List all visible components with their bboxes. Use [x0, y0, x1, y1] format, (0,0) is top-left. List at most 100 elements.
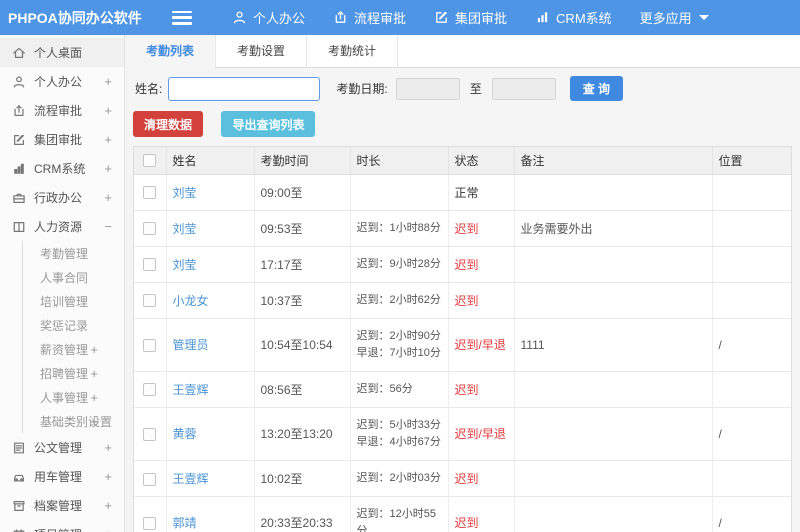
attendance-time-cell: 10:54至10:54: [254, 318, 351, 372]
row-checkbox[interactable]: [143, 294, 157, 308]
employee-name-link[interactable]: 王壹辉: [173, 383, 209, 397]
employee-name-link[interactable]: 刘莹: [173, 258, 197, 272]
sidebar-subitem-salary-management[interactable]: 薪资管理 +: [23, 337, 124, 361]
sidebar-subitem-recruitment-management[interactable]: 招聘管理 +: [23, 361, 124, 385]
calendar-icon: [13, 528, 25, 532]
remark-cell: [514, 407, 713, 461]
tab-attendance-settings[interactable]: 考勤设置: [216, 35, 308, 67]
location-cell: [712, 246, 791, 283]
expand-toggle-icon[interactable]: +: [104, 469, 112, 484]
navbar-item-crm-system[interactable]: CRM系统: [521, 0, 626, 35]
row-checkbox[interactable]: [143, 338, 157, 352]
table-row: 王壹辉 10:02至 迟到：2小时03分 迟到: [134, 460, 791, 497]
duration-line: 迟到：2小时03分: [356, 471, 441, 484]
column-header-4: 备注: [514, 147, 713, 175]
expand-toggle-icon[interactable]: +: [104, 527, 112, 532]
sidebar-item-archive-management[interactable]: 档案管理 +: [0, 491, 124, 520]
sidebar-submenu-human-resources: 考勤管理 人事合同 培训管理 奖惩记录 薪资管理 + 招聘管理 + 人事管理 + 基础类别设置 +: [22, 241, 124, 433]
expand-toggle-icon[interactable]: +: [104, 498, 112, 513]
select-all-checkbox[interactable]: [143, 154, 157, 168]
row-checkbox[interactable]: [143, 186, 157, 200]
sidebar-subitem-reward-punishment-records[interactable]: 奖惩记录: [23, 313, 124, 337]
expand-toggle-icon[interactable]: +: [90, 414, 98, 429]
date-to-input[interactable]: [491, 77, 556, 100]
attendance-time-cell: 10:37至: [254, 282, 351, 319]
sidebar-subitem-attendance-management[interactable]: 考勤管理: [23, 241, 124, 265]
location-cell: /: [712, 318, 791, 372]
date-from-input[interactable]: [395, 77, 460, 100]
duration-cell: 迟到：56分: [350, 371, 449, 408]
expand-toggle-icon[interactable]: +: [104, 440, 112, 455]
sidebar-item-crm-system[interactable]: CRM系统 +: [0, 154, 124, 183]
table-header-row: 姓名 考勤时间 时长 状态 备注 位置: [134, 147, 791, 175]
row-checkbox[interactable]: [143, 222, 157, 236]
duration-cell: [350, 174, 449, 211]
expand-toggle-icon[interactable]: +: [90, 342, 98, 357]
export-list-button[interactable]: 导出查询列表: [221, 111, 316, 137]
duration-line: 迟到：9小时28分: [356, 257, 441, 270]
share-icon: [14, 104, 24, 116]
navbar-item-group-approval[interactable]: 集团审批: [420, 0, 521, 35]
search-button[interactable]: 查 询: [569, 76, 624, 101]
tab-attendance-list[interactable]: 考勤列表: [125, 35, 217, 69]
sidebar-subitem-basic-category-settings[interactable]: 基础类别设置 +: [23, 409, 124, 433]
sidebar-subitem-label: 考勤管理: [40, 246, 89, 261]
table-row: 刘莹 09:53至 迟到：1小时88分 迟到 业务需要外出: [134, 210, 791, 247]
sidebar-item-project-management[interactable]: 项目管理 +: [0, 520, 124, 532]
navbar-item-personal-office[interactable]: 个人办公: [218, 0, 319, 35]
sidebar-item-admin-office[interactable]: 行政办公 +: [0, 183, 124, 212]
sidebar-subitem-training-management[interactable]: 培训管理: [23, 289, 124, 313]
tab-bar: 考勤列表 考勤设置 考勤统计: [125, 35, 800, 69]
sidebar-item-personal-office[interactable]: 个人办公 +: [0, 67, 124, 96]
remark-cell: [514, 496, 713, 532]
employee-name-link[interactable]: 管理员: [173, 338, 209, 352]
sidebar-subitem-personnel-contract[interactable]: 人事合同: [23, 265, 124, 289]
expand-toggle-icon[interactable]: +: [104, 132, 112, 147]
top-navbar: PHPOA协同办公软件 个人办公 流程审批 集团审批 CRM系统 更多应用: [0, 0, 800, 35]
sidebar-item-group-approval[interactable]: 集团审批 +: [0, 125, 124, 154]
sidebar-item-document-management[interactable]: 公文管理 +: [0, 433, 124, 462]
sidebar-item-personal-desktop[interactable]: 个人桌面: [0, 38, 124, 67]
employee-name-link[interactable]: 刘莹: [173, 186, 197, 200]
sidebar-item-vehicle-management[interactable]: 用车管理 +: [0, 462, 124, 491]
table-row: 黄蓉 13:20至13:20 迟到：5小时33分 早退：4小时67分 迟到/早退 /: [134, 407, 791, 461]
expand-toggle-icon[interactable]: −: [104, 219, 112, 234]
sidebar-item-human-resources[interactable]: 人力资源 −: [0, 212, 124, 241]
column-header-1: 考勤时间: [254, 147, 351, 175]
row-checkbox[interactable]: [143, 427, 157, 441]
duration-cell: 迟到：2小时03分: [350, 460, 449, 497]
duration-line: 迟到：2小时62分: [356, 293, 441, 306]
name-input[interactable]: [168, 76, 321, 101]
duration-cell: 迟到：12小时55分: [350, 496, 449, 532]
employee-name-link[interactable]: 郭靖: [173, 516, 197, 530]
sidebar-subitem-label: 薪资管理: [40, 342, 89, 357]
location-cell: [712, 210, 791, 247]
expand-toggle-icon[interactable]: +: [104, 74, 112, 89]
home-icon: [13, 47, 25, 58]
clean-data-button[interactable]: 清理数据: [133, 111, 204, 137]
row-checkbox[interactable]: [143, 517, 157, 531]
navbar-item-workflow-approval[interactable]: 流程审批: [319, 0, 420, 35]
expand-toggle-icon[interactable]: +: [90, 390, 98, 405]
hamburger-menu-icon[interactable]: [172, 10, 192, 25]
duration-cell: 迟到：9小时28分: [350, 246, 449, 283]
sidebar-item-workflow-approval[interactable]: 流程审批 +: [0, 96, 124, 125]
expand-toggle-icon[interactable]: +: [104, 103, 112, 118]
navbar-item-label: CRM系统: [556, 11, 612, 26]
sidebar-subitem-personnel-management[interactable]: 人事管理 +: [23, 385, 124, 409]
status-cell: 迟到: [448, 496, 515, 532]
employee-name-link[interactable]: 王壹辉: [173, 472, 209, 486]
row-checkbox[interactable]: [143, 472, 157, 486]
row-checkbox[interactable]: [143, 383, 157, 397]
status-cell: 迟到/早退: [448, 407, 515, 461]
expand-toggle-icon[interactable]: +: [90, 366, 98, 381]
employee-name-link[interactable]: 小龙女: [173, 294, 209, 308]
tab-attendance-statistics[interactable]: 考勤统计: [307, 35, 399, 67]
expand-toggle-icon[interactable]: +: [104, 161, 112, 176]
app-logo: PHPOA协同办公软件: [8, 9, 142, 26]
navbar-item-more-apps[interactable]: 更多应用: [626, 0, 723, 35]
expand-toggle-icon[interactable]: +: [104, 190, 112, 205]
row-checkbox[interactable]: [143, 258, 157, 272]
employee-name-link[interactable]: 刘莹: [173, 222, 197, 236]
employee-name-link[interactable]: 黄蓉: [173, 427, 197, 441]
